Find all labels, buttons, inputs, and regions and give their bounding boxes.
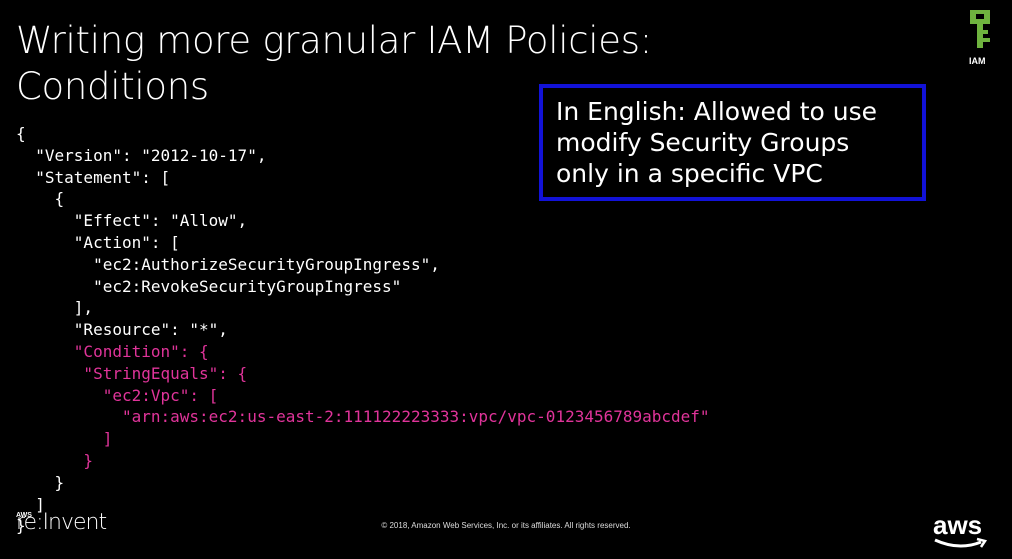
callout-text: In English: Allowed to use modify Securi… <box>556 97 878 188</box>
code-line: } <box>16 451 94 470</box>
code-line: { <box>16 124 26 143</box>
iam-key-icon <box>970 10 990 48</box>
copyright-text: © 2018, Amazon Web Services, Inc. or its… <box>381 521 631 530</box>
code-line: "ec2:RevokeSecurityGroupIngress" <box>16 276 402 296</box>
code-line: "Statement": [ <box>16 167 171 187</box>
code-line: "Resource": "*", <box>16 320 228 340</box>
code-line: "Effect": "Allow", <box>16 211 248 231</box>
code-line: "arn:aws:ec2:us-east-2:111122223333:vpc/… <box>16 407 710 427</box>
iam-label: IAM <box>969 56 986 66</box>
code-line: { <box>16 189 65 209</box>
code-line: "ec2:AuthorizeSecurityGroupIngress", <box>16 254 440 274</box>
callout-box: In English: Allowed to use modify Securi… <box>539 84 926 201</box>
code-line: "Version": "2012-10-17", <box>16 145 267 165</box>
code-line: ], <box>16 298 94 318</box>
code-line: ] <box>16 429 113 449</box>
code-line: "StringEquals": { <box>16 363 248 383</box>
code-line: "Condition": { <box>16 342 209 361</box>
code-line: } <box>16 472 65 492</box>
code-line: "Action": [ <box>16 233 180 252</box>
code-line: "ec2:Vpc": [ <box>16 385 219 405</box>
aws-smile-icon <box>934 537 988 548</box>
slide-title-line1: Writing more granular IAM Policies: <box>16 19 652 62</box>
